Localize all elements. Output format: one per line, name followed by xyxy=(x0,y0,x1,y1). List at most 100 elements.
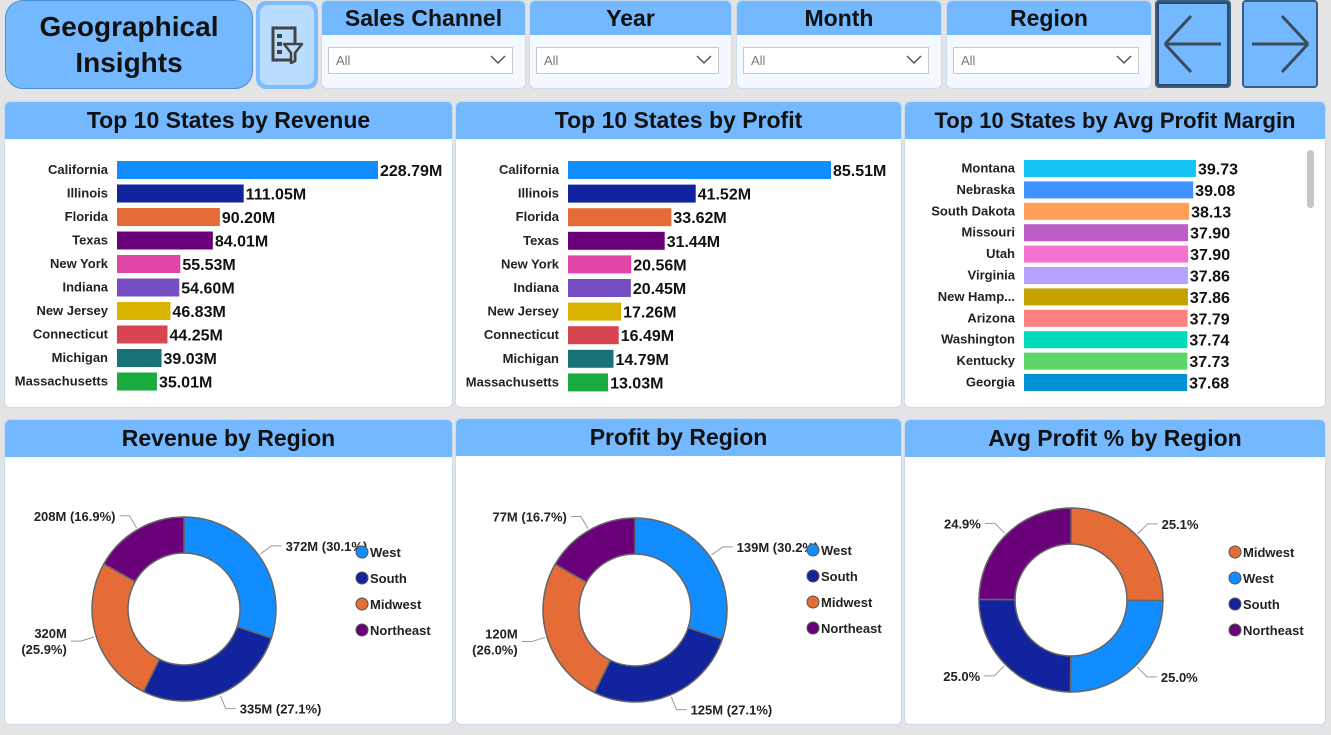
bar[interactable] xyxy=(117,325,168,344)
bar[interactable] xyxy=(117,278,180,297)
bar[interactable] xyxy=(1024,352,1188,370)
donut-slice[interactable] xyxy=(634,517,728,641)
data-label: 111.05M xyxy=(246,187,307,204)
bar[interactable] xyxy=(568,231,665,250)
category-label: Utah xyxy=(986,246,1015,261)
legend-item[interactable]: South xyxy=(370,571,407,586)
chart-title: Profit by Region xyxy=(456,419,901,456)
bar[interactable] xyxy=(568,161,831,179)
bar[interactable] xyxy=(1024,224,1189,242)
slicer-year: Year All xyxy=(529,0,732,89)
legend-item[interactable]: West xyxy=(1243,571,1274,586)
data-label: 228.79M xyxy=(380,163,442,180)
slicer-title: Month xyxy=(737,1,941,35)
category-label: Connecticut xyxy=(33,327,109,342)
legend-marker xyxy=(355,597,369,611)
donut-slice[interactable] xyxy=(542,563,612,694)
donut-slice[interactable] xyxy=(1069,599,1164,693)
data-label: 37.68 xyxy=(1189,376,1229,393)
legend-marker xyxy=(1228,545,1242,559)
bar[interactable] xyxy=(1024,181,1194,199)
bar[interactable] xyxy=(117,255,181,273)
data-label: 37.74 xyxy=(1189,333,1229,350)
filter-panel-button[interactable] xyxy=(256,1,318,89)
bar[interactable] xyxy=(568,302,622,321)
legend-item[interactable]: Northeast xyxy=(370,623,431,638)
data-label: 37.86 xyxy=(1190,269,1230,286)
bar[interactable] xyxy=(117,208,220,226)
year-dropdown[interactable]: All xyxy=(536,47,719,74)
category-label: Texas xyxy=(72,233,108,248)
legend-item[interactable]: Northeast xyxy=(821,621,882,636)
bar[interactable] xyxy=(117,231,213,250)
donut-slice[interactable] xyxy=(91,562,161,693)
bar[interactable] xyxy=(568,349,614,368)
margin-chart-scrollbar[interactable] xyxy=(1307,150,1314,208)
bar[interactable] xyxy=(568,208,672,227)
leader-line xyxy=(1136,666,1157,678)
bar[interactable] xyxy=(1024,309,1188,327)
bar[interactable] xyxy=(117,302,171,320)
bar[interactable] xyxy=(117,161,378,179)
slice-label: 77M (16.7%) xyxy=(492,510,566,525)
data-label: 39.08 xyxy=(1195,183,1235,200)
data-label: 46.83M xyxy=(172,304,225,321)
legend-item[interactable]: Midwest xyxy=(370,597,422,612)
category-label: Connecticut xyxy=(484,327,560,342)
bar[interactable] xyxy=(1024,202,1190,220)
leader-line xyxy=(259,545,282,555)
leader-line xyxy=(984,665,1005,677)
leader-line xyxy=(670,696,687,711)
donut-slice[interactable] xyxy=(978,507,1072,601)
legend-marker xyxy=(355,545,369,559)
bar[interactable] xyxy=(568,373,609,392)
category-label: Massachusetts xyxy=(466,374,559,389)
legend-item[interactable]: Northeast xyxy=(1243,623,1304,638)
donut-slice[interactable] xyxy=(978,598,1072,693)
legend-item[interactable]: West xyxy=(370,545,401,560)
dropdown-value: All xyxy=(751,53,766,68)
panel-margin-states: Top 10 States by Avg Profit Margin Monta… xyxy=(904,101,1326,408)
data-label: 90.20M xyxy=(222,210,275,227)
legend-item[interactable]: South xyxy=(821,569,858,584)
donut-slice[interactable] xyxy=(593,626,724,703)
slice-label: 125M (27.1%) xyxy=(691,703,773,718)
legend-item[interactable]: West xyxy=(821,543,852,558)
month-dropdown[interactable]: All xyxy=(743,47,929,74)
bar[interactable] xyxy=(1024,245,1189,263)
category-label: Nebraska xyxy=(956,182,1015,197)
bar[interactable] xyxy=(117,184,244,203)
legend-item[interactable]: Midwest xyxy=(1243,545,1295,560)
bar[interactable] xyxy=(568,326,619,345)
bar[interactable] xyxy=(1024,374,1188,391)
category-label: California xyxy=(48,162,109,177)
data-label: 41.52M xyxy=(698,187,751,204)
slicer-region: Region All xyxy=(946,0,1152,89)
donut-slice[interactable] xyxy=(1070,507,1164,602)
nav-back-button[interactable] xyxy=(1155,0,1231,88)
profit-by-region-donut: 139M (30.2%) West 125M (27.1%) South 120M (26… xyxy=(472,510,882,718)
bar[interactable] xyxy=(117,372,157,391)
donut-slice[interactable] xyxy=(142,625,273,702)
legend-marker xyxy=(355,623,369,637)
arrow-right-icon xyxy=(1252,14,1310,74)
region-dropdown[interactable]: All xyxy=(953,47,1139,74)
bar[interactable] xyxy=(568,255,632,274)
donut-slice[interactable] xyxy=(183,516,277,640)
category-label: Kentucky xyxy=(956,353,1015,368)
bar[interactable] xyxy=(1024,288,1188,306)
bar[interactable] xyxy=(1024,267,1188,284)
sales-channel-dropdown[interactable]: All xyxy=(328,47,513,74)
bar[interactable] xyxy=(117,349,162,367)
category-label: Florida xyxy=(65,209,109,224)
nav-forward-button[interactable] xyxy=(1242,0,1318,88)
data-label: 35.01M xyxy=(159,375,212,392)
category-label: Florida xyxy=(516,209,560,224)
bar[interactable] xyxy=(1024,160,1196,177)
bar[interactable] xyxy=(568,279,631,297)
bar[interactable] xyxy=(568,184,696,203)
legend-item[interactable]: South xyxy=(1243,597,1280,612)
legend-item[interactable]: Midwest xyxy=(821,595,873,610)
bar[interactable] xyxy=(1024,331,1188,349)
panel-margin-region: Avg Profit % by Region 25.1% Midwest 25.0%… xyxy=(904,419,1326,725)
